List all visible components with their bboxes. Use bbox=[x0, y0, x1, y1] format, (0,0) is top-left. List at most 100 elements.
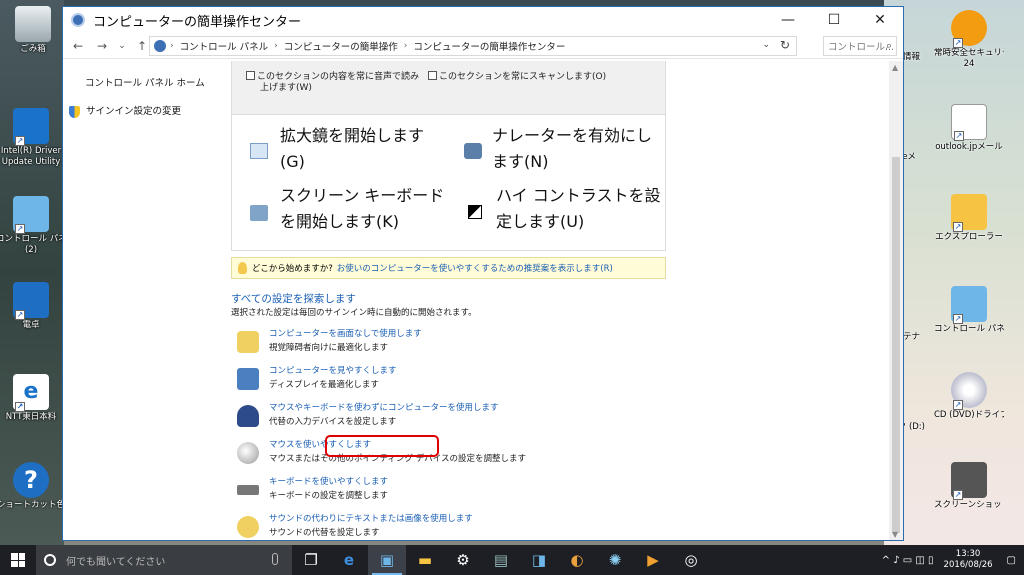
desktop-label: エクスプローラー bbox=[935, 232, 1003, 242]
desktop-left-area: ごみ箱 ↗ Intel(R) Driver Update Utility ↗ コ… bbox=[0, 0, 66, 545]
signin-settings-label: サインイン設定の変更 bbox=[86, 106, 182, 117]
recommendations-link[interactable]: お使いのコンピューターを使いやすくするための推奨案を表示します(R) bbox=[337, 262, 613, 274]
help-shortcut[interactable]: ? ショートカット色 bbox=[0, 462, 66, 511]
settings-icon[interactable]: ⚙ bbox=[444, 545, 482, 575]
signin-settings-link[interactable]: サインイン設定の変更 bbox=[69, 103, 181, 118]
shortcut-arrow-icon: ↗ bbox=[954, 131, 964, 141]
shortcut-arrow-icon: ↗ bbox=[953, 490, 963, 500]
breadcrumb-ease-of-access[interactable]: コンピューターの簡単操作 bbox=[284, 39, 398, 53]
address-dropdown-icon[interactable]: ⌄ bbox=[762, 40, 770, 50]
groove-icon[interactable]: ◎ bbox=[672, 545, 710, 575]
file-explorer-icon[interactable]: ▬ bbox=[406, 545, 444, 575]
shortcut-arrow-icon: ↗ bbox=[15, 310, 25, 320]
high-contrast-icon bbox=[468, 205, 482, 219]
left-navigation: コントロール パネル ホーム サインイン設定の変更 bbox=[63, 61, 231, 540]
make-easier-to-see-link[interactable]: コンピューターを見やすくします bbox=[269, 364, 397, 376]
maximize-button[interactable]: ☐ bbox=[811, 7, 857, 33]
use-without-mouse-keyboard-link[interactable]: マウスやキーボードを使わずにコンピューターを使用します bbox=[269, 401, 499, 413]
recycle-bin-icon[interactable]: ごみ箱 bbox=[0, 6, 68, 55]
clock[interactable]: 13:30 2016/08/26 bbox=[944, 549, 993, 571]
forward-button[interactable]: → bbox=[93, 39, 111, 53]
close-button[interactable]: ✕ bbox=[857, 7, 903, 33]
ease-of-access-icon bbox=[71, 13, 85, 27]
control-panel-home-link[interactable]: コントロール パネル ホーム bbox=[85, 75, 205, 89]
vertical-scrollbar[interactable]: ▲ ▼ bbox=[889, 61, 903, 540]
use-without-display-link[interactable]: コンピューターを画面なしで使用します bbox=[269, 327, 422, 339]
minimize-button[interactable]: — bbox=[765, 7, 811, 33]
camera-icon: ↗ bbox=[951, 462, 987, 500]
control-panel-shortcut[interactable]: ↗ コントロール パネル (2) bbox=[0, 196, 66, 256]
scroll-down-icon[interactable]: ▼ bbox=[892, 530, 898, 539]
text-instead-of-sound-link[interactable]: サウンドの代わりにテキストまたは画像を使用します bbox=[269, 512, 473, 524]
list-item: サウンドの代わりにテキストまたは画像を使用します サウンドの代替を設定します bbox=[237, 512, 657, 540]
tray-icons[interactable]: ^ ♪ ▭ ◫ ▯ bbox=[882, 555, 934, 566]
magnifier-label-2: (G) bbox=[280, 152, 305, 171]
scan-label: このセクションを常にスキャンします(O) bbox=[439, 72, 607, 82]
outlook-shortcut[interactable]: ↗ outlook.jpメール bbox=[934, 104, 1004, 153]
shield-icon bbox=[69, 105, 80, 118]
magnifier-label: 拡大鏡を開始します bbox=[280, 126, 425, 145]
microphone-icon[interactable] bbox=[272, 553, 278, 565]
start-magnifier-link[interactable]: 拡大鏡を開始します (G) bbox=[280, 123, 424, 175]
start-button[interactable] bbox=[0, 545, 36, 575]
recent-locations-button[interactable]: ⌄ bbox=[113, 41, 131, 51]
scroll-up-icon[interactable]: ▲ bbox=[892, 63, 898, 72]
calculator-shortcut[interactable]: ↗ 電卓 bbox=[0, 282, 66, 331]
person-icon bbox=[237, 405, 259, 427]
security-icon: ↗ bbox=[951, 10, 987, 48]
checkbox-icon bbox=[246, 71, 255, 80]
dvd-drive-shortcut[interactable]: ↗ CD (DVD)ドライブ (E:) bbox=[934, 372, 1004, 421]
scroll-thumb[interactable] bbox=[892, 157, 900, 533]
screenshot-shortcut[interactable]: ↗ スクリーンショット bbox=[934, 462, 1004, 511]
read-aloud-checkbox[interactable]: このセクションの内容を常に音声で読み 上げます(W) bbox=[246, 71, 419, 94]
breadcrumb-control-panel[interactable]: コントロール パネル bbox=[180, 39, 269, 53]
setting-description: キーボードの設定を調整します bbox=[269, 491, 389, 501]
network-icon[interactable]: ▤ bbox=[482, 545, 520, 575]
keyboard-icon bbox=[250, 205, 268, 221]
folder-icon: ↗ bbox=[951, 194, 987, 232]
media-player-icon[interactable]: ▶ bbox=[634, 545, 672, 575]
start-onscreen-keyboard-link[interactable]: スクリーン キーボード を開始します(K) bbox=[280, 183, 444, 235]
paint-icon[interactable]: ◐ bbox=[558, 545, 596, 575]
desktop-label: 24 bbox=[963, 59, 975, 69]
refresh-icon[interactable]: ↻ bbox=[780, 38, 790, 52]
desktop-label: ごみ箱 bbox=[20, 44, 46, 54]
security-shortcut[interactable]: ↗ 常時安全セキュリティ 24 bbox=[934, 10, 1004, 70]
desktop-label: outlook.jpメール bbox=[935, 142, 1003, 152]
desktop-label: (2) bbox=[24, 245, 38, 255]
notepad-icon[interactable]: ◨ bbox=[520, 545, 558, 575]
set-high-contrast-link[interactable]: ハイ コントラストを設 定します(U) bbox=[496, 183, 660, 235]
ntt-shortcut[interactable]: e ↗ NTT東日本料 bbox=[0, 374, 66, 423]
breadcrumb-ease-of-access-center[interactable]: コンピューターの簡単操作センター bbox=[413, 39, 565, 53]
taskbar-search[interactable]: 何でも聞いてください bbox=[36, 545, 292, 575]
intel-driver-shortcut[interactable]: ↗ Intel(R) Driver Update Utility bbox=[0, 108, 66, 168]
shortcut-arrow-icon: ↗ bbox=[953, 222, 963, 232]
disc-icon: ↗ bbox=[951, 372, 987, 410]
scan-checkbox[interactable]: このセクションを常にスキャンします(O) bbox=[428, 71, 606, 83]
address-field[interactable]: › コントロール パネル › コンピューターの簡単操作 › コンピューターの簡単… bbox=[149, 36, 797, 56]
notification-icon[interactable]: ▢ bbox=[1007, 555, 1016, 566]
search-input[interactable]: コントロール... ⌕ bbox=[823, 36, 897, 56]
desktop-right-area: 最新情報 ↗ 常時安全セキュリティ 24 Liveメ ↗ outlook.jpメ… bbox=[881, 0, 1024, 545]
contrast-label-2: 定します(U) bbox=[496, 212, 585, 231]
setting-description: ディスプレイを最適化します bbox=[269, 380, 379, 390]
back-button[interactable]: ← bbox=[69, 39, 87, 53]
shortcut-arrow-icon: ↗ bbox=[953, 400, 963, 410]
lightbulb-icon bbox=[238, 262, 247, 274]
make-keyboard-easier-link[interactable]: キーボードを使いやすくします bbox=[269, 475, 388, 487]
cortana-icon bbox=[44, 554, 56, 566]
explore-settings-title: すべての設定を探索します bbox=[231, 293, 356, 305]
start-narrator-link[interactable]: ナレーターを有効にし ます(N) bbox=[492, 123, 652, 175]
system-tray: ^ ♪ ▭ ◫ ▯ 13:30 2016/08/26 ▢ bbox=[882, 545, 1024, 575]
task-view-icon[interactable]: ❐ bbox=[292, 545, 330, 575]
desktop-label: コントロール パネル bbox=[0, 234, 66, 244]
explorer-shortcut[interactable]: ↗ エクスプローラー bbox=[934, 194, 1004, 243]
breadcrumb-separator: › bbox=[274, 41, 278, 51]
brightness-icon[interactable]: ✺ bbox=[596, 545, 634, 575]
control-panel-shortcut-right[interactable]: ↗ コントロール パネル bbox=[934, 286, 1004, 335]
keyboard-icon bbox=[237, 485, 259, 495]
title-bar[interactable]: コンピューターの簡単操作センター — ☐ ✕ bbox=[63, 7, 903, 33]
control-panel-taskbar-icon[interactable]: ▣ bbox=[368, 545, 406, 575]
explore-settings-subtitle: 選択された設定は毎回のサインイン時に自動的に開始されます。 bbox=[231, 308, 477, 318]
edge-icon[interactable]: e bbox=[330, 545, 368, 575]
